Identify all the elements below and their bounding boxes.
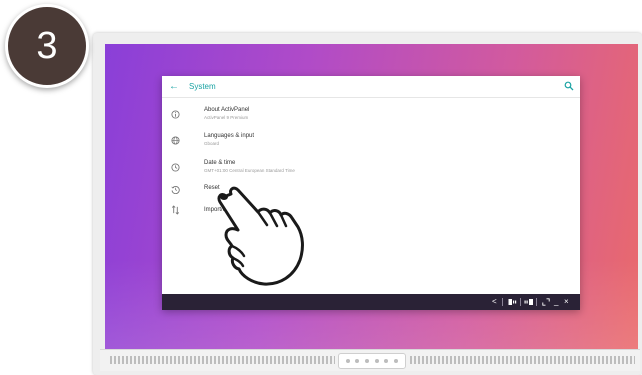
front-button[interactable] (365, 359, 370, 363)
settings-item-subtitle: ActivPanel 9 Premium (204, 115, 249, 120)
minimize-button[interactable]: _ (554, 297, 558, 307)
bottom-toolbar: < _ × (162, 294, 580, 310)
speaker-grille-left (110, 356, 335, 364)
toolbar-back-button[interactable]: < (492, 297, 497, 307)
globe-icon (170, 135, 180, 145)
front-button[interactable] (345, 359, 350, 363)
page-title: System (189, 82, 216, 91)
toolbar-divider (536, 298, 537, 306)
step-number: 3 (36, 24, 58, 67)
toolbar-divider (520, 298, 521, 306)
settings-item-languages[interactable]: Languages & input Gboard (162, 130, 580, 152)
history-icon (170, 184, 180, 194)
close-button[interactable]: × (564, 297, 569, 307)
settings-item-about[interactable]: About ActivPanel ActivPanel 9 Premium (162, 104, 580, 126)
settings-item-date-time[interactable]: Date & time GMT+01:00 Central European S… (162, 157, 580, 179)
tutorial-image: 3 ← System About ActivPanel ActivPanel 9… (0, 0, 642, 375)
speaker-grille-right (410, 356, 635, 364)
import-export-icon (170, 205, 180, 215)
front-panel-buttons[interactable] (338, 353, 406, 369)
layout-quad-icon[interactable] (524, 297, 534, 307)
layout-split-icon[interactable] (508, 297, 518, 307)
pointing-hand-icon (217, 186, 304, 286)
arrow-left-icon[interactable]: ← (169, 81, 179, 93)
clock-icon (170, 162, 180, 172)
app-bar: ← System (162, 76, 580, 98)
step-number-badge: 3 (5, 4, 89, 88)
settings-item-title: About ActivPanel (204, 107, 250, 113)
expand-icon[interactable] (542, 297, 550, 307)
front-button[interactable] (394, 359, 399, 363)
front-button[interactable] (374, 359, 379, 363)
info-icon (170, 109, 180, 119)
settings-item-subtitle: Gboard (204, 141, 220, 146)
toolbar-divider (502, 298, 503, 306)
front-button[interactable] (355, 359, 360, 363)
front-button[interactable] (384, 359, 389, 363)
settings-item-title: Languages & input (204, 133, 255, 139)
settings-item-subtitle: GMT+01:00 Central European Standard Time (204, 168, 295, 173)
search-icon[interactable] (564, 81, 574, 91)
settings-item-title: Date & time (204, 160, 236, 166)
